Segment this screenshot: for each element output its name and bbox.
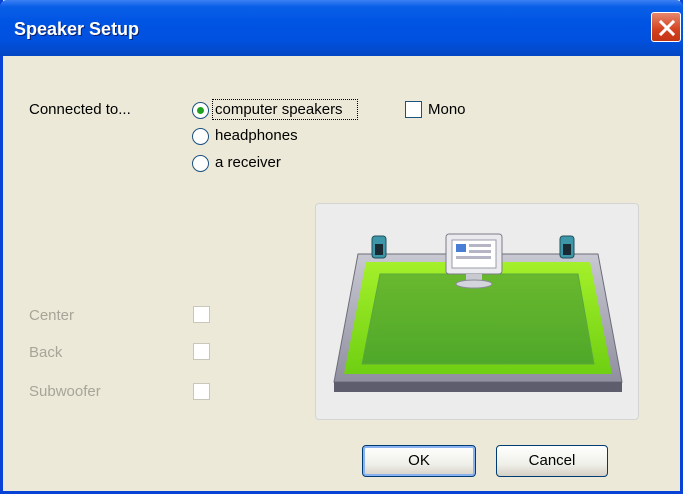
subwoofer-label: Subwoofer <box>29 383 101 400</box>
center-checkbox[interactable] <box>193 306 210 323</box>
focus-rectangle <box>212 99 358 120</box>
cancel-button[interactable]: Cancel <box>496 445 608 477</box>
right-speaker-icon <box>559 235 575 259</box>
left-speaker-icon <box>371 235 387 259</box>
radio-computer-speakers[interactable] <box>192 102 209 119</box>
radio-headphones[interactable] <box>192 128 209 145</box>
speaker-room-illustration <box>333 233 623 392</box>
mono-label[interactable]: Mono <box>428 101 466 118</box>
radio-receiver[interactable] <box>192 155 209 172</box>
close-button[interactable] <box>651 12 681 42</box>
mono-checkbox[interactable] <box>405 101 422 118</box>
radio-headphones-label[interactable]: headphones <box>215 127 298 144</box>
close-icon <box>658 19 676 37</box>
subwoofer-checkbox[interactable] <box>193 383 210 400</box>
connected-to-label: Connected to... <box>29 101 131 118</box>
ok-button[interactable]: OK <box>362 445 476 477</box>
window-title: Speaker Setup <box>14 19 140 39</box>
center-label: Center <box>29 307 75 324</box>
back-checkbox[interactable] <box>193 343 210 360</box>
back-label: Back <box>29 344 63 361</box>
radio-receiver-label[interactable]: a receiver <box>215 154 281 171</box>
speaker-layout-preview <box>315 203 639 420</box>
title-bar[interactable]: Speaker Setup <box>0 0 683 56</box>
